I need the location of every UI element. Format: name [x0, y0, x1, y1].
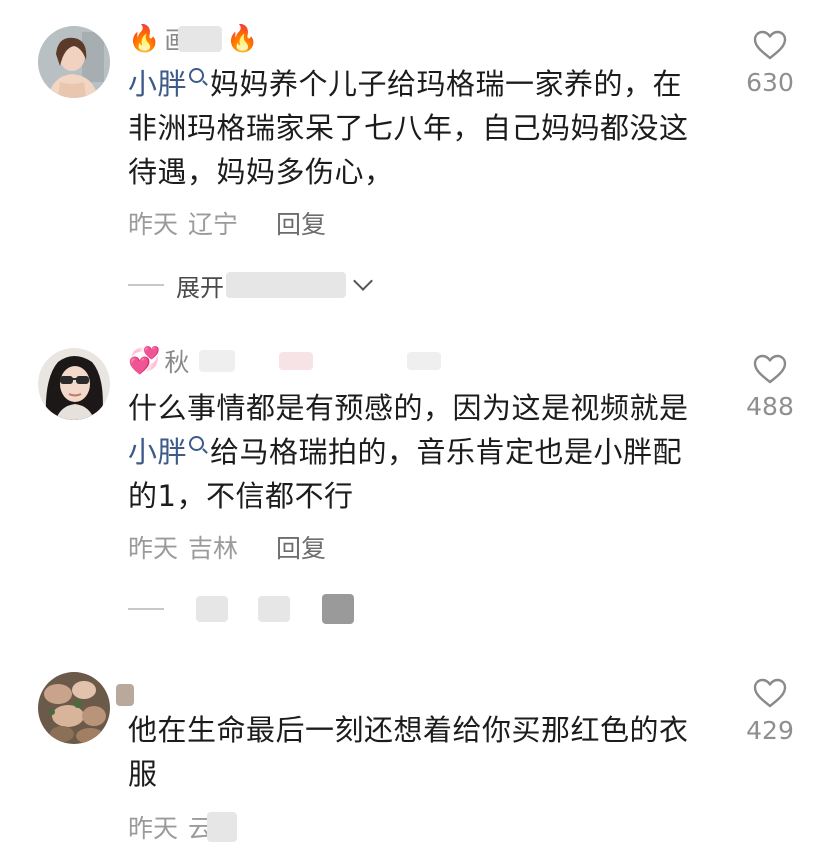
comment-text: 什么事情都是有预感的，因为这是视频就是 小胖 给马格瑞拍的，音乐肯定也是小胖配的1…: [128, 386, 708, 518]
redaction: [207, 812, 238, 842]
comment-author[interactable]: 💞 秋: [128, 343, 442, 379]
comment-meta: 昨天 辽宁 回复: [128, 206, 326, 240]
comment-region: 吉林: [188, 534, 239, 563]
redaction: [322, 594, 354, 624]
like-button[interactable]: 630: [740, 30, 800, 97]
comment-time: 昨天: [128, 534, 179, 563]
search-icon: [189, 436, 205, 451]
author-name[interactable]: 秋: [164, 343, 189, 379]
like-button[interactable]: 488: [740, 354, 800, 421]
comment-meta: 昨天 云: [128, 810, 238, 844]
avatar[interactable]: [38, 348, 110, 420]
comment-meta: 昨天 吉林 回复: [128, 530, 326, 564]
chevron-down-icon: [353, 271, 373, 291]
heart-outline-icon[interactable]: [753, 30, 787, 60]
comment-body: 他在生命最后一刻还想着给你买那红色的衣服: [128, 713, 689, 791]
comment-region: 辽宁: [188, 210, 239, 239]
redaction: [178, 26, 223, 52]
comment-body: 妈妈养个儿子给玛格瑞一家养的，在非洲玛格瑞家呆了七八年，自己妈妈都没这待遇，妈妈…: [128, 67, 689, 189]
expand-label: 展开: [176, 273, 224, 302]
comment-item: 💞 秋 什么事情都是有预感的，因为这是视频就是 小胖 给马格瑞拍的，音乐肯定也是小…: [0, 330, 828, 640]
like-count: 429: [746, 716, 794, 745]
expand-replies-button[interactable]: 展开: [128, 268, 373, 302]
comment-text: 小胖 妈妈养个儿子给玛格瑞一家养的，在非洲玛格瑞家呆了七八年，自己妈妈都没这待遇，…: [128, 62, 708, 194]
redaction: [196, 596, 228, 622]
search-icon: [189, 68, 205, 83]
redaction: [116, 684, 134, 706]
comment-time: 昨天: [128, 210, 179, 239]
comment-body: 给马格瑞拍的，音乐肯定也是小胖配的1，不信都不行: [128, 435, 683, 513]
like-count: 488: [746, 392, 794, 421]
comment-author[interactable]: [116, 678, 134, 712]
expand-replies-button[interactable]: [128, 592, 354, 626]
divider: [128, 284, 164, 286]
heart-outline-icon[interactable]: [753, 354, 787, 384]
mention-link[interactable]: 小胖: [128, 67, 187, 101]
avatar-image: [38, 348, 110, 420]
avatar[interactable]: [38, 672, 110, 744]
comment-text: 他在生命最后一刻还想着给你买那红色的衣服: [128, 708, 708, 796]
comment-author[interactable]: 🔥 画颜 🔥: [128, 22, 259, 56]
redaction: [279, 352, 314, 370]
like-count: 630: [746, 68, 794, 97]
fire-icon: 🔥: [128, 24, 161, 54]
redaction: [407, 352, 442, 370]
comment-time: 昨天: [128, 814, 179, 843]
redaction: [258, 596, 290, 622]
redaction: [226, 272, 346, 298]
comment-item: 🔥 画颜 🔥 小胖妈妈养个儿子给玛格瑞一家养的，在非洲玛格瑞家呆了七八年，自己妈…: [0, 0, 828, 310]
reply-button[interactable]: 回复: [276, 529, 326, 565]
hearts-icon: 💞: [128, 346, 161, 376]
avatar-image: [38, 672, 110, 744]
avatar[interactable]: [38, 26, 110, 98]
fire-icon: 🔥: [226, 24, 259, 54]
avatar-image: [38, 26, 110, 98]
heart-outline-icon[interactable]: [753, 678, 787, 708]
like-button[interactable]: 429: [740, 678, 800, 745]
comment-item: 他在生命最后一刻还想着给你买那红色的衣服 昨天 云 429: [0, 660, 828, 866]
mention-link[interactable]: 小胖: [128, 435, 187, 469]
reply-button[interactable]: 回复: [276, 205, 326, 241]
redaction: [199, 350, 236, 372]
comment-body-line1: 什么事情都是有预感的，因为这是视频就是: [128, 391, 689, 425]
divider: [128, 608, 164, 610]
